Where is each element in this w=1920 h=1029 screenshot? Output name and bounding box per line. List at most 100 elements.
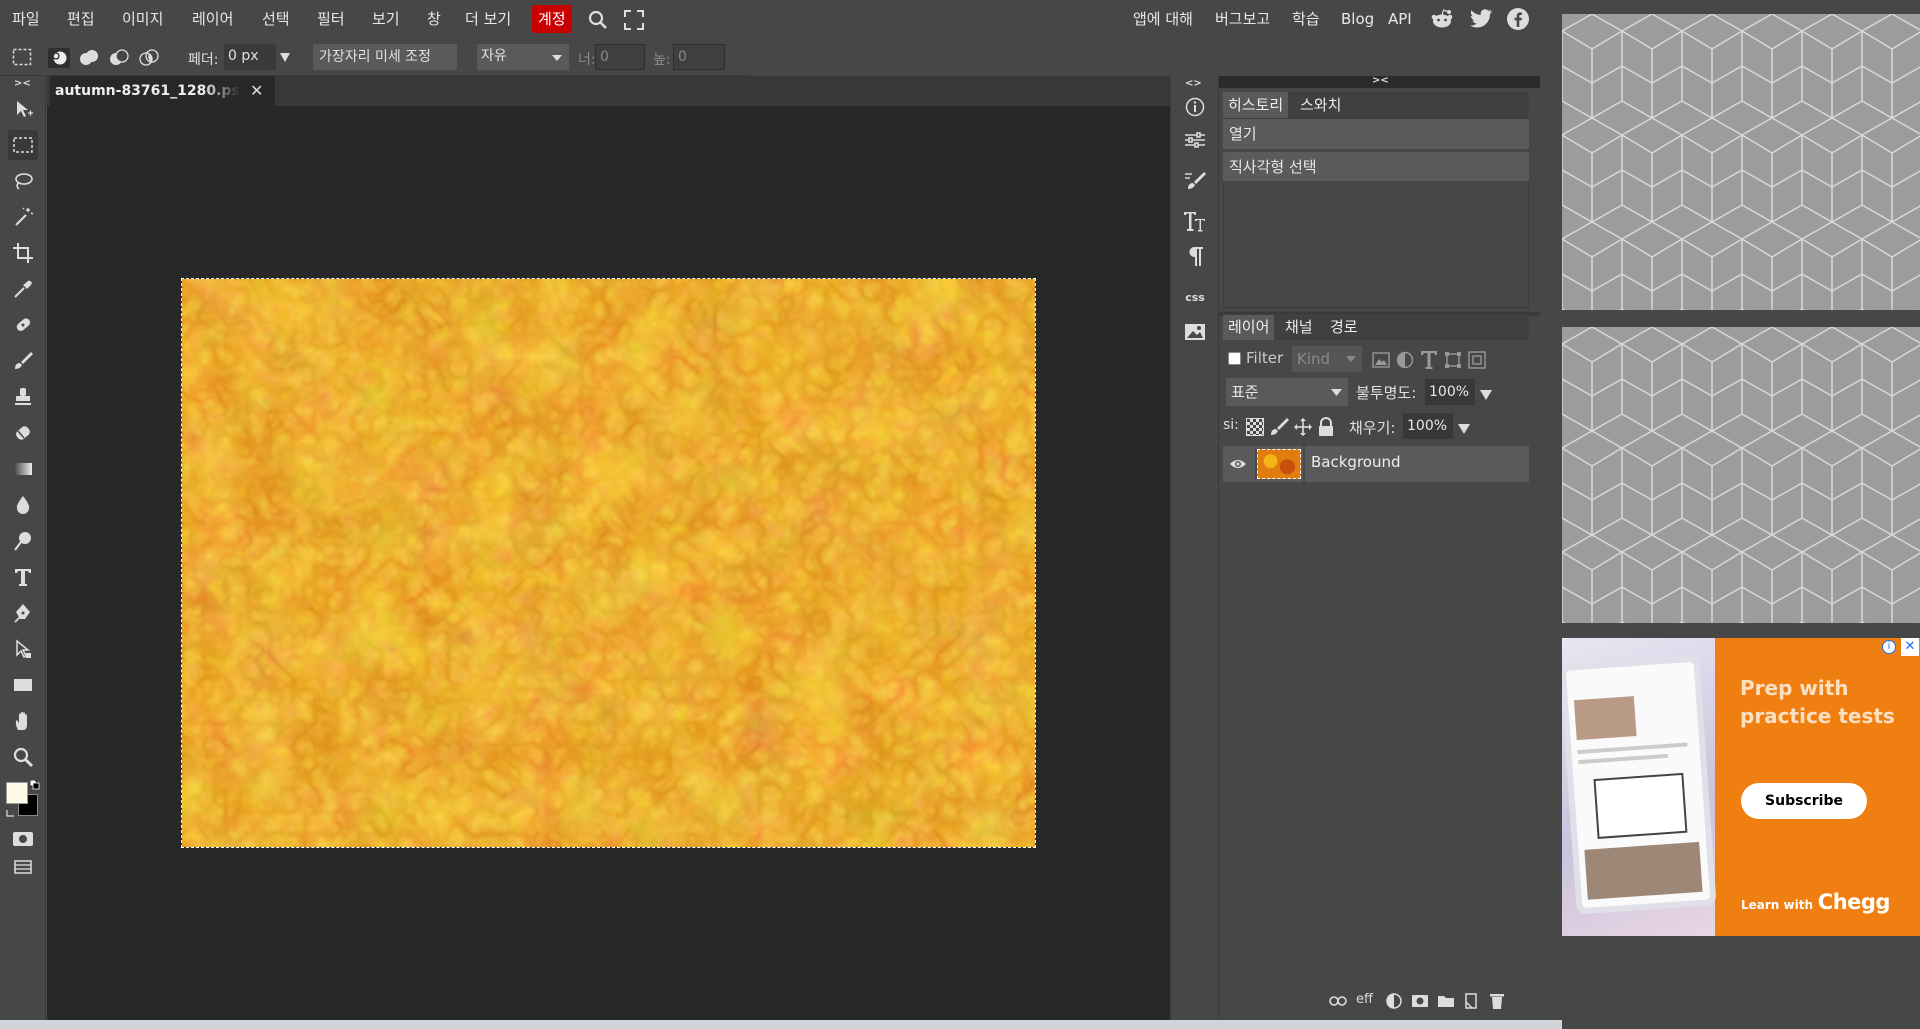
tab-swatches[interactable]: 스와치 — [1295, 92, 1347, 118]
zoom-tool-icon[interactable] — [8, 742, 38, 772]
menu-edit[interactable]: 편집 — [64, 8, 98, 30]
link-report-bug[interactable]: 버그보고 — [1215, 8, 1270, 30]
marquee-tool-option-icon[interactable] — [12, 48, 32, 66]
filter-smart-object-icon[interactable] — [1468, 351, 1486, 369]
new-layer-icon[interactable] — [1463, 992, 1479, 1010]
layer-name[interactable]: Background — [1311, 453, 1401, 471]
facebook-icon[interactable] — [1506, 7, 1530, 31]
panel-collapse-icon[interactable]: >< — [1372, 75, 1389, 86]
document-image[interactable] — [181, 278, 1036, 848]
feather-dropdown-icon[interactable] — [278, 50, 292, 64]
character-icon[interactable] — [1181, 207, 1209, 235]
iconcol-collapse-icon[interactable]: <> — [1185, 78, 1202, 89]
new-selection-icon[interactable] — [48, 48, 70, 68]
tab-channels[interactable]: 채널 — [1280, 315, 1318, 340]
filter-type-icon[interactable] — [1420, 350, 1438, 370]
filter-checkbox[interactable] — [1228, 352, 1241, 365]
eyedropper-tool-icon[interactable] — [8, 274, 38, 304]
filter-shape-icon[interactable] — [1444, 351, 1462, 369]
tab-paths[interactable]: 경로 — [1325, 315, 1363, 340]
hand-tool-icon[interactable] — [8, 706, 38, 736]
style-select[interactable]: 자유 — [477, 44, 569, 70]
opacity-dropdown-icon[interactable] — [1480, 387, 1492, 400]
image-panel-icon[interactable] — [1181, 318, 1209, 346]
link-about[interactable]: 앱에 대해 — [1133, 8, 1193, 30]
foreground-color-swatch[interactable] — [6, 782, 28, 804]
lock-all-icon[interactable] — [1317, 417, 1335, 437]
eye-icon[interactable] — [1229, 457, 1247, 471]
width-input[interactable]: 0 — [595, 44, 645, 70]
link-learn[interactable]: 학습 — [1292, 8, 1320, 30]
type-tool-icon[interactable] — [8, 562, 38, 592]
tab-history[interactable]: 히스토리 — [1223, 92, 1289, 118]
menu-image[interactable]: 이미지 — [119, 8, 166, 30]
subtract-selection-icon[interactable] — [108, 48, 130, 68]
crop-tool-icon[interactable] — [8, 238, 38, 268]
filter-adjustment-icon[interactable] — [1396, 351, 1414, 369]
pen-tool-icon[interactable] — [8, 598, 38, 628]
new-folder-icon[interactable] — [1437, 993, 1455, 1009]
dodge-tool-icon[interactable] — [8, 526, 38, 556]
rect-select-tool-icon[interactable] — [8, 130, 38, 160]
tab-layers[interactable]: 레이어 — [1223, 315, 1275, 340]
adjustment-layer-icon[interactable] — [1411, 993, 1429, 1009]
ad-subscribe-button[interactable]: Subscribe — [1741, 783, 1867, 819]
chegg-ad[interactable]: i ✕ Prep with practice tests Subscribe L… — [1562, 638, 1920, 936]
menu-account[interactable]: 계정 — [532, 5, 572, 33]
height-input[interactable]: 0 — [673, 44, 725, 70]
quick-mask-icon[interactable] — [8, 824, 38, 854]
twitter-icon[interactable] — [1469, 8, 1493, 30]
ad-pattern-middle[interactable] — [1562, 327, 1920, 623]
lock-transparent-icon[interactable] — [1246, 418, 1264, 436]
menu-more[interactable]: 더 보기 — [462, 8, 514, 30]
default-colors-icon[interactable] — [6, 808, 16, 818]
adjustments-icon[interactable] — [1181, 126, 1209, 154]
menu-select[interactable]: 선택 — [259, 8, 293, 30]
color-swatches[interactable] — [6, 780, 42, 820]
gradient-tool-icon[interactable] — [8, 454, 38, 484]
clone-stamp-tool-icon[interactable] — [8, 382, 38, 412]
move-tool-icon[interactable] — [8, 94, 38, 124]
fullscreen-icon[interactable] — [623, 9, 645, 31]
link-layers-icon[interactable] — [1329, 994, 1347, 1008]
reddit-icon[interactable] — [1430, 7, 1454, 31]
delete-layer-icon[interactable] — [1489, 992, 1505, 1010]
path-select-tool-icon[interactable] — [8, 634, 38, 664]
toolbar-collapse-icon[interactable]: >< — [14, 78, 31, 89]
lasso-tool-icon[interactable] — [8, 166, 38, 196]
ad-pattern-top[interactable] — [1562, 14, 1920, 310]
ad-close-icon[interactable]: ✕ — [1901, 638, 1919, 656]
history-item-open[interactable]: 열기 — [1223, 119, 1529, 149]
refine-edge-button[interactable]: 가장자리 미세 조정 — [313, 44, 457, 70]
feather-input[interactable]: 0 px — [224, 44, 276, 70]
blend-mode-select[interactable]: 표준 — [1226, 378, 1348, 406]
magic-wand-tool-icon[interactable] — [8, 202, 38, 232]
menu-layer[interactable]: 레이어 — [189, 8, 236, 30]
lock-paint-icon[interactable] — [1269, 417, 1289, 437]
brush-tool-icon[interactable] — [8, 346, 38, 376]
healing-brush-tool-icon[interactable] — [8, 310, 38, 340]
blur-tool-icon[interactable] — [8, 490, 38, 520]
ad-info-icon[interactable]: i — [1882, 640, 1896, 654]
brush-settings-icon[interactable] — [1181, 166, 1209, 194]
fill-input[interactable]: 100% — [1403, 413, 1453, 439]
paragraph-icon[interactable] — [1181, 242, 1209, 270]
eraser-tool-icon[interactable] — [8, 418, 38, 448]
menu-filter[interactable]: 필터 — [314, 8, 348, 30]
menu-file[interactable]: 파일 — [9, 8, 43, 30]
layer-effects-icon[interactable]: eff — [1356, 992, 1373, 1007]
screen-mode-icon[interactable] — [8, 852, 38, 882]
swap-colors-icon[interactable] — [30, 780, 40, 790]
filter-pixel-icon[interactable] — [1372, 352, 1390, 368]
intersect-selection-icon[interactable] — [138, 48, 160, 68]
rectangle-tool-icon[interactable] — [8, 670, 38, 700]
info-icon[interactable] — [1181, 93, 1209, 121]
layer-mask-icon[interactable] — [1386, 993, 1402, 1009]
search-icon[interactable] — [587, 9, 609, 31]
document-tab[interactable]: autumn-83761_1280.psd ✕ — [50, 76, 275, 106]
lock-move-icon[interactable] — [1293, 417, 1313, 437]
history-item-rect-select[interactable]: 직사각형 선택 — [1223, 151, 1529, 181]
link-api[interactable]: API — [1388, 8, 1412, 30]
fill-dropdown-icon[interactable] — [1458, 421, 1470, 434]
menu-window[interactable]: 창 — [424, 8, 444, 30]
